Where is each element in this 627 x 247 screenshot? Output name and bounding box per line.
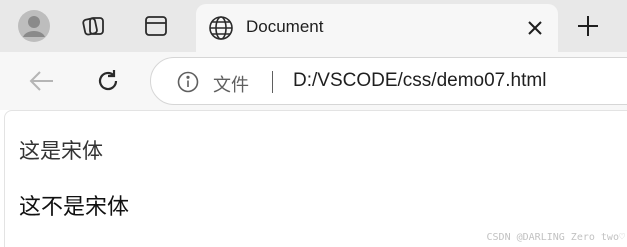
url-text[interactable]: D:/VSCODE/css/demo07.html (293, 70, 546, 92)
profile-button[interactable] (12, 6, 56, 46)
tab-strip: Document (0, 0, 627, 52)
info-icon[interactable] (177, 71, 199, 93)
tab-close-button[interactable] (520, 13, 550, 43)
tab-title: Document (246, 17, 324, 36)
scheme-label: 文件 (213, 75, 249, 95)
plus-icon (578, 16, 598, 36)
workspaces-icon (82, 17, 104, 36)
refresh-button[interactable] (88, 61, 128, 101)
close-icon (528, 21, 542, 35)
globe-icon (209, 16, 233, 40)
back-arrow-icon (29, 71, 53, 91)
non-song-font-text: 这不是宋体 (19, 195, 130, 220)
navigation-toolbar: 文件 D:/VSCODE/css/demo07.html (0, 52, 627, 110)
profile-avatar-icon (18, 10, 50, 42)
new-tab-button[interactable] (568, 6, 608, 46)
song-font-text: 这是宋体 (19, 139, 103, 163)
tab-actions-icon (145, 16, 167, 36)
address-bar[interactable]: 文件 D:/VSCODE/css/demo07.html (150, 57, 627, 105)
workspaces-button[interactable] (72, 6, 116, 46)
csdn-watermark: CSDN @DARLING Zero two♡ (486, 232, 625, 243)
tab-document[interactable]: Document (196, 4, 558, 52)
address-separator (272, 71, 273, 93)
browser-window: Document 文件 D:/VSCODE/css/demo07.html 这是… (0, 0, 627, 247)
tab-actions-button[interactable] (134, 6, 178, 46)
refresh-icon (98, 70, 118, 91)
page-content: 这是宋体 这不是宋体 CSDN @DARLING Zero two♡ (4, 110, 627, 247)
back-button[interactable] (22, 61, 62, 101)
